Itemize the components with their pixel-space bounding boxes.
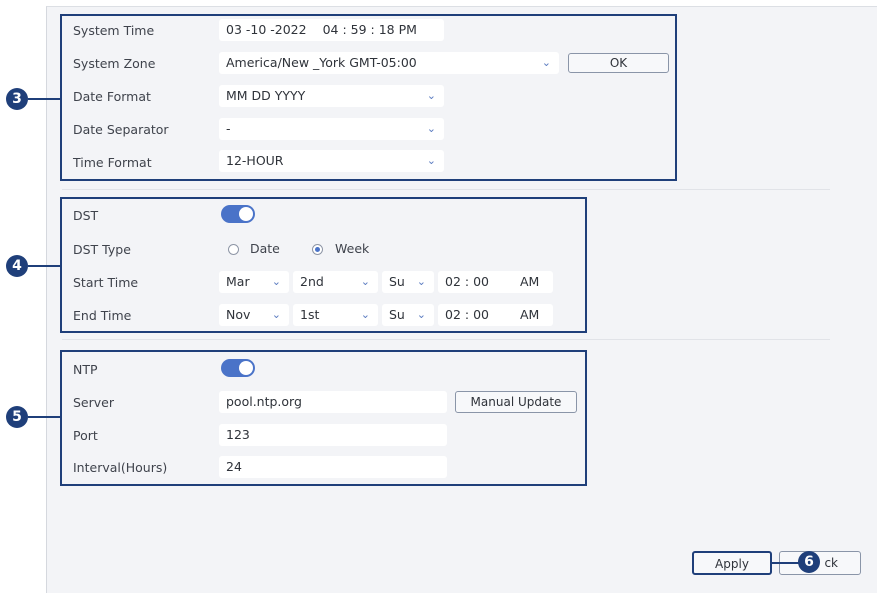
chevron-down-icon: ⌄ <box>416 275 426 288</box>
system-zone-value: America/New _York GMT-05:00 <box>226 55 417 70</box>
date-separator-select[interactable]: - ⌄ <box>219 118 444 140</box>
start-time-value: 02 : 00 <box>445 274 489 289</box>
start-time-field[interactable]: 02 : 00 AM <box>438 271 553 293</box>
chevron-down-icon: ⌄ <box>360 275 370 288</box>
ok-button[interactable]: OK <box>568 53 669 73</box>
date-format-label: Date Format <box>73 89 151 104</box>
chevron-down-icon: ⌄ <box>271 308 281 321</box>
chevron-down-icon: ⌄ <box>426 154 436 167</box>
start-month-value: Mar <box>226 274 250 289</box>
end-ampm-value: AM <box>520 307 540 322</box>
interval-input[interactable]: 24 <box>219 456 447 478</box>
ntp-label: NTP <box>73 362 98 377</box>
end-day-value: Su <box>389 307 405 322</box>
port-value: 123 <box>226 427 250 442</box>
start-week-value: 2nd <box>300 274 324 289</box>
chevron-down-icon: ⌄ <box>426 89 436 102</box>
end-month-value: Nov <box>226 307 251 322</box>
callout-5-leader <box>28 416 60 418</box>
port-label: Port <box>73 428 98 443</box>
end-week-select[interactable]: 1st ⌄ <box>293 304 378 326</box>
system-time-clock: 04 : 59 : 18 PM <box>322 22 417 37</box>
start-day-select[interactable]: Su ⌄ <box>382 271 434 293</box>
dst-type-date-label: Date <box>250 241 280 256</box>
end-day-select[interactable]: Su ⌄ <box>382 304 434 326</box>
dst-label: DST <box>73 208 99 223</box>
dst-type-week-label: Week <box>335 241 370 256</box>
separator <box>62 339 830 340</box>
system-zone-select[interactable]: America/New _York GMT-05:00 ⌄ <box>219 52 559 74</box>
separator <box>62 189 830 190</box>
dst-type-date-radio[interactable] <box>228 244 239 255</box>
date-format-value: MM DD YYYY <box>226 88 306 103</box>
interval-value: 24 <box>226 459 242 474</box>
dst-type-label: DST Type <box>73 242 131 257</box>
start-ampm-value: AM <box>520 274 540 289</box>
server-label: Server <box>73 395 114 410</box>
callout-4-leader <box>28 265 60 267</box>
apply-button[interactable]: Apply <box>692 551 772 575</box>
system-time-date: 03 -10 -2022 <box>226 22 307 37</box>
chevron-down-icon: ⌄ <box>271 275 281 288</box>
callout-6-leader <box>772 562 800 564</box>
time-format-label: Time Format <box>73 155 152 170</box>
start-time-label: Start Time <box>73 275 139 290</box>
end-week-value: 1st <box>300 307 320 322</box>
chevron-down-icon: ⌄ <box>360 308 370 321</box>
server-input[interactable]: pool.ntp.org <box>219 391 447 413</box>
dst-type-week-radio[interactable] <box>312 244 323 255</box>
chevron-down-icon: ⌄ <box>541 56 551 69</box>
end-time-value: 02 : 00 <box>445 307 489 322</box>
callout-3: 3 <box>6 88 28 110</box>
date-format-select[interactable]: MM DD YYYY ⌄ <box>219 85 444 107</box>
system-zone-label: System Zone <box>73 56 156 71</box>
back-button-label: ck <box>824 556 838 570</box>
dst-toggle[interactable] <box>221 205 255 223</box>
date-separator-label: Date Separator <box>73 122 169 137</box>
callout-3-leader <box>28 98 60 100</box>
end-time-label: End Time <box>73 308 132 323</box>
start-week-select[interactable]: 2nd ⌄ <box>293 271 378 293</box>
chevron-down-icon: ⌄ <box>416 308 426 321</box>
chevron-down-icon: ⌄ <box>426 122 436 135</box>
time-format-select[interactable]: 12-HOUR ⌄ <box>219 150 444 172</box>
system-time-label: System Time <box>73 23 155 38</box>
end-month-select[interactable]: Nov ⌄ <box>219 304 289 326</box>
system-time-field[interactable]: 03 -10 -2022 04 : 59 : 18 PM <box>219 19 444 41</box>
manual-update-button[interactable]: Manual Update <box>455 391 577 413</box>
ntp-toggle[interactable] <box>221 359 255 377</box>
interval-label: Interval(Hours) <box>73 460 168 475</box>
start-day-value: Su <box>389 274 405 289</box>
start-month-select[interactable]: Mar ⌄ <box>219 271 289 293</box>
end-time-field[interactable]: 02 : 00 AM <box>438 304 553 326</box>
callout-5: 5 <box>6 406 28 428</box>
server-value: pool.ntp.org <box>226 394 302 409</box>
date-separator-value: - <box>226 121 231 136</box>
callout-4: 4 <box>6 255 28 277</box>
callout-6: 6 <box>798 551 820 573</box>
port-input[interactable]: 123 <box>219 424 447 446</box>
time-format-value: 12-HOUR <box>226 153 284 168</box>
